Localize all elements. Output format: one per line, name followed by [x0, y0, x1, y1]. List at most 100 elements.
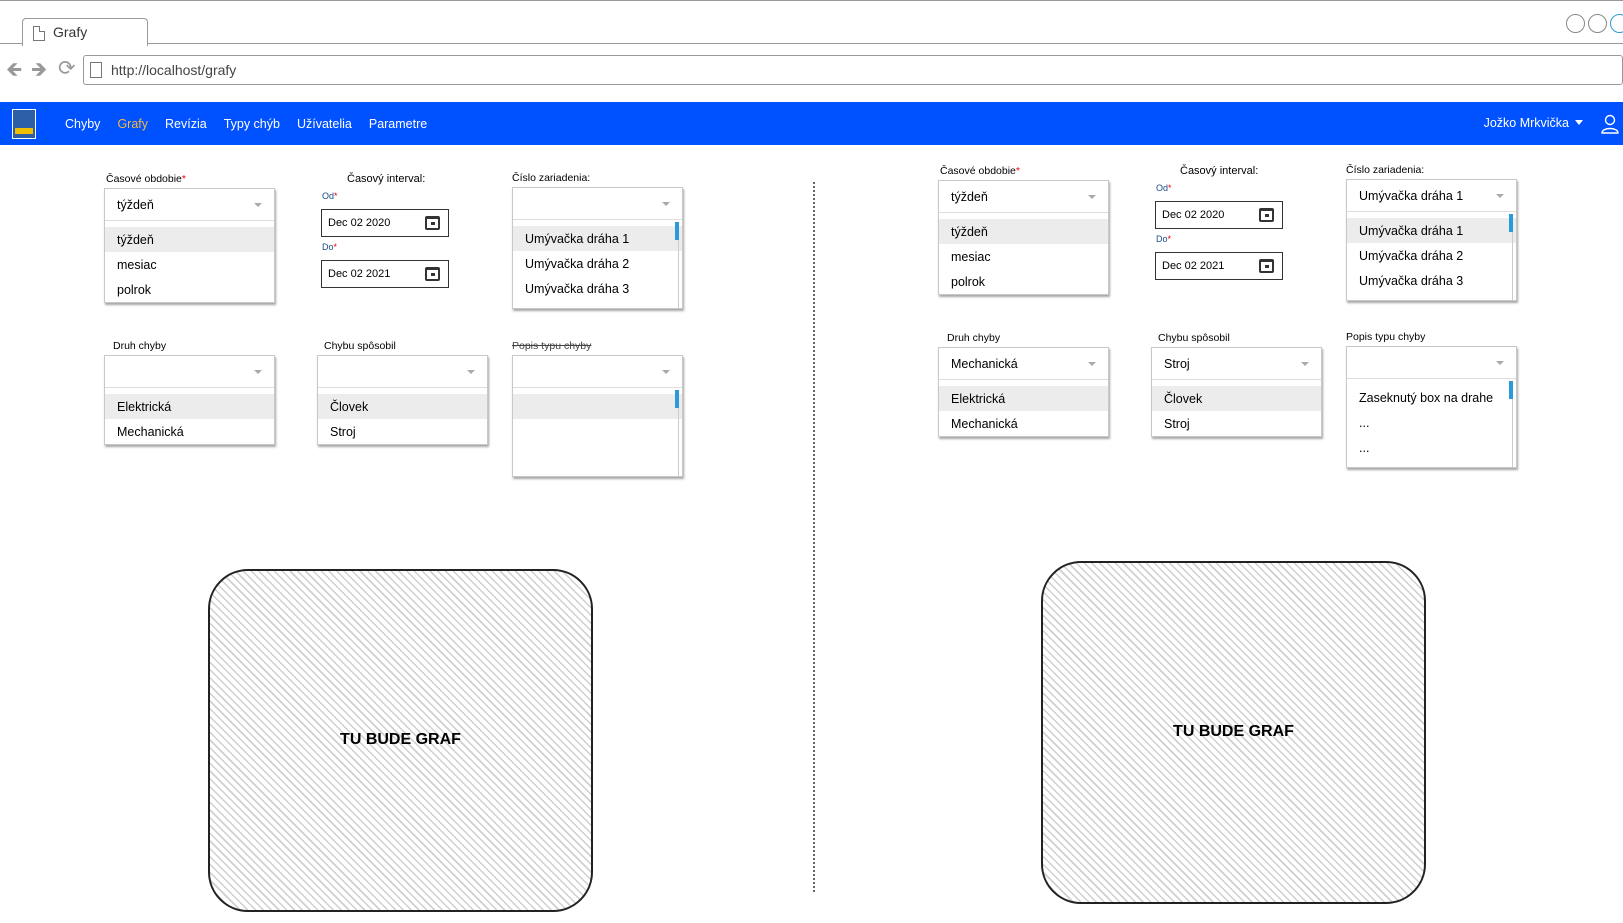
fault-type-option[interactable]: Elektrická	[939, 386, 1108, 411]
from-date-value: Dec 02 2020	[1162, 209, 1225, 221]
period-label: Časové obdobie*	[940, 165, 1020, 177]
fault-type-option[interactable]: Mechanická	[105, 419, 274, 444]
calendar-icon[interactable]	[1259, 259, 1274, 273]
caused-by-option[interactable]: Stroj	[318, 419, 487, 444]
minimize-icon[interactable]	[1566, 14, 1585, 33]
interval-label: Časový interval:	[347, 173, 426, 185]
device-option[interactable]: Umývačka dráha 2	[513, 251, 682, 276]
chevron-down-icon[interactable]	[254, 370, 262, 374]
app-logo[interactable]	[12, 109, 36, 139]
to-label: Do*	[1156, 234, 1172, 244]
reload-icon[interactable]: ⟳	[58, 58, 76, 79]
nav-item-grafy[interactable]: Grafy	[117, 117, 148, 131]
calendar-icon[interactable]	[425, 216, 440, 230]
device-label: Číslo zariadenia:	[512, 172, 591, 184]
device-option[interactable]: Umývačka dráha 3	[1347, 268, 1516, 293]
scrollbar-thumb[interactable]	[1509, 381, 1513, 399]
maximize-icon[interactable]	[1588, 14, 1607, 33]
fault-desc-select[interactable]	[512, 355, 683, 477]
chevron-down-icon[interactable]	[1496, 194, 1504, 198]
tab-title: Grafy	[53, 24, 88, 40]
to-date-value: Dec 02 2021	[1162, 260, 1225, 272]
from-date-value: Dec 02 2020	[328, 217, 391, 229]
user-icon[interactable]	[1601, 114, 1619, 134]
period-value: týždeň	[951, 190, 988, 204]
chevron-down-icon[interactable]	[662, 370, 670, 374]
chevron-down-icon[interactable]	[467, 370, 475, 374]
fault-desc-option[interactable]	[513, 394, 682, 419]
caused-by-select[interactable]: Človek Stroj	[317, 355, 488, 445]
fault-desc-option[interactable]: ...	[1347, 435, 1516, 460]
period-select[interactable]: týždeň týždeň mesiac polrok	[104, 188, 275, 303]
nav-item-parametre[interactable]: Parametre	[369, 117, 427, 131]
chevron-down-icon[interactable]	[662, 202, 670, 206]
fault-type-label: Druh chyby	[947, 332, 1001, 344]
back-arrow-icon[interactable]: 🡸	[6, 60, 22, 80]
period-select[interactable]: týždeň týždeň mesiac polrok	[938, 180, 1109, 295]
fault-type-label: Druh chyby	[113, 340, 167, 352]
nav-item-revizia[interactable]: Revízia	[165, 117, 207, 131]
fault-desc-option[interactable]: Zaseknutý box na drahe	[1347, 385, 1516, 410]
fault-type-select[interactable]: Mechanická Elektrická Mechanická	[938, 347, 1109, 437]
fault-desc-select[interactable]: Zaseknutý box na drahe ... ...	[1346, 346, 1517, 468]
fault-desc-option[interactable]: ...	[1347, 410, 1516, 435]
chevron-down-icon[interactable]	[1088, 195, 1096, 199]
browser-tabbar: Grafy	[0, 0, 1623, 46]
period-label: Časové obdobie*	[106, 173, 186, 185]
chevron-down-icon[interactable]	[1496, 361, 1504, 365]
chevron-down-icon[interactable]	[1088, 362, 1096, 366]
caused-by-option[interactable]: Človek	[318, 394, 487, 419]
from-date-input[interactable]: Dec 02 2020	[1155, 201, 1283, 229]
graph-placeholder: TU BUDE GRAF	[208, 569, 593, 912]
chevron-down-icon[interactable]	[1301, 362, 1309, 366]
to-date-input[interactable]: Dec 02 2021	[1155, 252, 1283, 280]
period-value: týždeň	[117, 198, 154, 212]
fault-type-value: Mechanická	[951, 357, 1018, 371]
graph-placeholder: TU BUDE GRAF	[1041, 561, 1426, 904]
fault-type-option[interactable]: Mechanická	[939, 411, 1108, 436]
caused-by-value: Stroj	[1164, 357, 1190, 371]
device-option[interactable]: Umývačka dráha 1	[1347, 218, 1516, 243]
app-navbar: Chyby Grafy Revízia Typy chýb Užívatelia…	[0, 102, 1623, 145]
from-date-input[interactable]: Dec 02 2020	[321, 209, 449, 237]
fault-type-option[interactable]: Elektrická	[105, 394, 274, 419]
from-label: Od*	[1156, 183, 1172, 193]
calendar-icon[interactable]	[425, 267, 440, 281]
device-select[interactable]: Umývačka dráha 1 Umývačka dráha 1 Umývač…	[1346, 179, 1517, 301]
device-option[interactable]: Umývačka dráha 2	[1347, 243, 1516, 268]
to-date-input[interactable]: Dec 02 2021	[321, 260, 449, 288]
forward-arrow-icon[interactable]: 🡺	[31, 60, 47, 80]
period-option[interactable]: mesiac	[105, 252, 274, 277]
from-label: Od*	[322, 191, 338, 201]
calendar-icon[interactable]	[1259, 208, 1274, 222]
close-icon[interactable]	[1610, 14, 1623, 33]
fault-desc-label: Popis typu chyby	[1346, 331, 1426, 343]
user-menu[interactable]: Jožko Mrkvička	[1484, 116, 1583, 130]
chevron-down-icon[interactable]	[254, 203, 262, 207]
period-option[interactable]: mesiac	[939, 244, 1108, 269]
browser-tab[interactable]: Grafy	[22, 18, 148, 46]
fault-type-select[interactable]: Elektrická Mechanická	[104, 355, 275, 445]
device-select[interactable]: Umývačka dráha 1 Umývačka dráha 2 Umývač…	[512, 187, 683, 309]
caused-by-select[interactable]: Stroj Človek Stroj	[1151, 347, 1322, 437]
device-label: Číslo zariadenia:	[1346, 164, 1425, 176]
device-option[interactable]: Umývačka dráha 3	[513, 276, 682, 301]
period-option[interactable]: týždeň	[105, 227, 274, 252]
nav-item-chyby[interactable]: Chyby	[65, 117, 100, 131]
period-option[interactable]: polrok	[105, 277, 274, 302]
period-option[interactable]: týždeň	[939, 219, 1108, 244]
fault-desc-label: Popis typu chyby	[512, 340, 592, 352]
period-option[interactable]: polrok	[939, 269, 1108, 294]
graph-placeholder-text: TU BUDE GRAF	[1173, 722, 1294, 740]
device-option[interactable]: Umývačka dráha 1	[513, 226, 682, 251]
caused-by-option[interactable]: Človek	[1152, 386, 1321, 411]
scrollbar-thumb[interactable]	[1509, 214, 1513, 232]
url-text: http://localhost/grafy	[111, 62, 237, 78]
caused-by-option[interactable]: Stroj	[1152, 411, 1321, 436]
address-bar[interactable]: http://localhost/grafy	[83, 55, 1623, 85]
scrollbar-thumb[interactable]	[675, 222, 679, 240]
scrollbar-thumb[interactable]	[675, 390, 679, 408]
nav-item-typy-chyb[interactable]: Typy chýb	[224, 117, 280, 131]
to-label: Do*	[322, 242, 338, 252]
nav-item-uzivatelia[interactable]: Užívatelia	[297, 117, 352, 131]
